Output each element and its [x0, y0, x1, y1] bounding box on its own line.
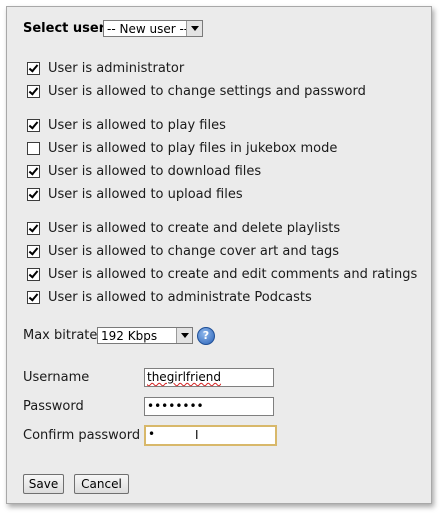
permission-comments[interactable]: User is allowed to create and edit comme…	[27, 265, 417, 283]
permission-label: User is allowed to change settings and p…	[48, 83, 366, 99]
user-settings-panel: Select user -- New user -- User is admin…	[6, 6, 432, 504]
select-user-dropdown[interactable]: -- New user --	[103, 20, 203, 37]
permission-admin[interactable]: User is administrator	[27, 59, 184, 77]
password-field[interactable]: ••••••••	[144, 397, 274, 416]
confirm-password-label: Confirm password	[23, 428, 141, 443]
permission-label: User is allowed to change cover art and …	[48, 243, 340, 259]
confirm-password-value: •	[148, 427, 156, 441]
permission-playlists[interactable]: User is allowed to create and delete pla…	[27, 219, 340, 237]
save-button[interactable]: Save	[23, 474, 64, 494]
username-field[interactable]: thegirlfriend	[144, 368, 274, 387]
max-bitrate-label: Max bitrate	[23, 328, 98, 343]
checkbox[interactable]	[27, 187, 40, 201]
select-user-value: -- New user --	[107, 22, 189, 36]
permission-jukebox[interactable]: User is allowed to play files in jukebox…	[27, 139, 337, 157]
checkbox[interactable]	[27, 118, 40, 132]
help-icon[interactable]: ?	[197, 327, 215, 345]
cancel-button[interactable]: Cancel	[74, 474, 129, 494]
max-bitrate-value: 192 Kbps	[101, 329, 158, 343]
checkbox[interactable]	[27, 221, 40, 235]
chevron-down-icon	[176, 328, 192, 343]
checkbox[interactable]	[27, 267, 40, 281]
permission-settings[interactable]: User is allowed to change settings and p…	[27, 82, 366, 100]
permission-label: User is administrator	[48, 60, 185, 76]
permission-label: User is allowed to play files	[48, 117, 226, 133]
permission-label: User is allowed to upload files	[48, 186, 243, 202]
permission-play[interactable]: User is allowed to play files	[27, 116, 226, 134]
permission-download[interactable]: User is allowed to download files	[27, 162, 261, 180]
checkbox[interactable]	[27, 141, 40, 155]
checkbox[interactable]	[27, 84, 40, 98]
checkbox[interactable]	[27, 164, 40, 178]
checkbox[interactable]	[27, 290, 40, 304]
permission-label: User is allowed to create and edit comme…	[48, 266, 418, 282]
username-value: thegirlfriend	[147, 370, 222, 384]
permission-label: User is allowed to create and delete pla…	[48, 220, 341, 236]
chevron-down-icon	[186, 21, 202, 36]
checkbox[interactable]	[27, 244, 40, 258]
permission-label: User is allowed to download files	[48, 163, 262, 179]
permission-label: User is allowed to play files in jukebox…	[48, 140, 338, 156]
permission-label: User is allowed to administrate Podcasts	[48, 289, 312, 305]
confirm-password-field[interactable]: • I	[144, 425, 277, 446]
checkbox[interactable]	[27, 61, 40, 75]
max-bitrate-dropdown[interactable]: 192 Kbps	[97, 327, 193, 344]
select-user-label: Select user	[23, 21, 106, 36]
permission-coverart[interactable]: User is allowed to change cover art and …	[27, 242, 339, 260]
username-label: Username	[23, 370, 90, 385]
permission-upload[interactable]: User is allowed to upload files	[27, 185, 243, 203]
permission-podcasts[interactable]: User is allowed to administrate Podcasts	[27, 288, 312, 306]
text-cursor-icon: I	[195, 428, 199, 442]
password-label: Password	[23, 399, 84, 414]
password-value: ••••••••	[147, 399, 204, 413]
